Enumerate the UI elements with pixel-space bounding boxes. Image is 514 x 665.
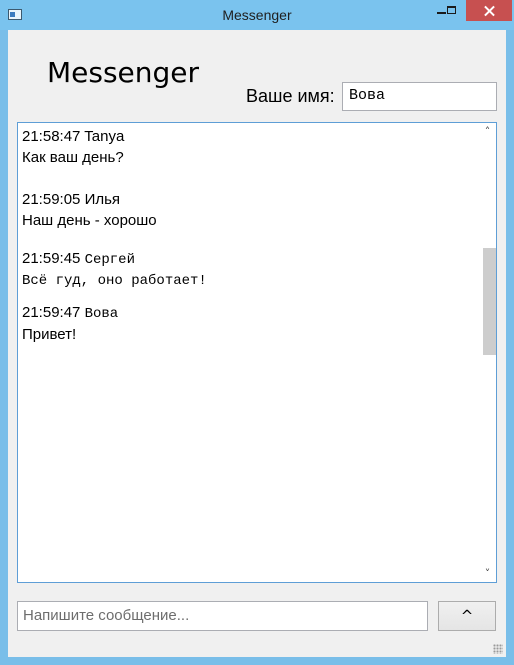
- message-author: Сергей: [84, 252, 135, 268]
- message-text: Как ваш день?: [22, 149, 124, 166]
- name-input[interactable]: Вова: [342, 82, 497, 111]
- message-header: 21:59:45 Сергей: [22, 249, 207, 270]
- maximize-icon[interactable]: [437, 0, 467, 21]
- message-author: Tanya: [84, 128, 125, 145]
- scroll-down-icon[interactable]: ˅: [479, 565, 496, 582]
- message-time: 21:59:05: [22, 191, 81, 208]
- title-bar[interactable]: Messenger: [0, 0, 514, 30]
- message-item: 21:58:47 Tanya Как ваш день?: [22, 127, 124, 169]
- window-client: Messenger Ваше имя: Вова 21:58:47 Tanya …: [8, 30, 506, 657]
- send-button[interactable]: ^: [438, 601, 496, 631]
- message-item: 21:59:45 Сергей Всё гуд, оно работает!: [22, 249, 207, 292]
- message-header: 21:59:05 Илья: [22, 190, 157, 210]
- message-author: Илья: [84, 191, 121, 208]
- app-title: Messenger: [47, 56, 200, 89]
- message-text: Привет!: [22, 326, 77, 343]
- message-item: 21:59:05 Илья Наш день - хорошо: [22, 190, 157, 232]
- resize-grip-icon[interactable]: [493, 644, 503, 654]
- message-text: Всё гуд, оно работает!: [22, 273, 207, 289]
- message-time: 21:59:45: [22, 250, 81, 267]
- scroll-up-icon[interactable]: ˄: [479, 123, 496, 140]
- message-time: 21:59:47: [22, 304, 81, 321]
- message-header: 21:59:47 Вова: [22, 303, 118, 324]
- message-input[interactable]: Напишите сообщение...: [17, 601, 428, 631]
- message-time: 21:58:47: [22, 128, 81, 145]
- message-item: 21:59:47 Вова Привет!: [22, 303, 118, 346]
- message-header: 21:58:47 Tanya: [22, 127, 124, 147]
- name-label: Ваше имя:: [246, 86, 335, 106]
- chat-scrollbar[interactable]: ˄ ˅: [479, 123, 496, 582]
- scroll-thumb[interactable]: [483, 248, 496, 355]
- chat-log[interactable]: 21:58:47 Tanya Как ваш день? 21:59:05 Ил…: [17, 122, 497, 583]
- close-icon[interactable]: [466, 0, 512, 21]
- message-text: Наш день - хорошо: [22, 212, 157, 229]
- message-author: Вова: [84, 306, 119, 322]
